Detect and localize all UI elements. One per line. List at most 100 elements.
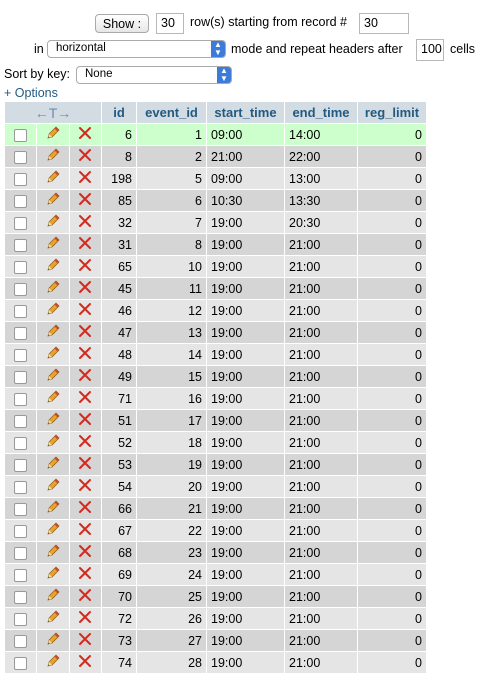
cell-reg-limit[interactable]: 0 bbox=[358, 212, 426, 233]
cell-reg-limit[interactable]: 0 bbox=[358, 520, 426, 541]
row-checkbox[interactable] bbox=[14, 590, 28, 604]
cell-reg-limit[interactable]: 0 bbox=[358, 300, 426, 321]
cell-end-time[interactable]: 21:00 bbox=[285, 586, 357, 607]
row-checkbox[interactable] bbox=[14, 326, 28, 340]
cell-reg-limit[interactable]: 0 bbox=[358, 234, 426, 255]
cell-event-id[interactable]: 7 bbox=[137, 212, 206, 233]
cell-id[interactable]: 6 bbox=[102, 124, 136, 145]
table-row[interactable]: 48 14 19:00 21:00 0 bbox=[5, 344, 426, 365]
delete-x-icon[interactable] bbox=[78, 215, 92, 231]
delete-x-icon[interactable] bbox=[78, 589, 92, 605]
row-checkbox[interactable] bbox=[14, 172, 28, 186]
cell-end-time[interactable]: 14:00 bbox=[285, 124, 357, 145]
row-checkbox[interactable] bbox=[14, 634, 28, 648]
row-checkbox[interactable] bbox=[14, 282, 28, 296]
table-row[interactable]: 8 2 21:00 22:00 0 bbox=[5, 146, 426, 167]
cell-start-time[interactable]: 10:30 bbox=[207, 190, 284, 211]
cell-id[interactable]: 54 bbox=[102, 476, 136, 497]
cell-reg-limit[interactable]: 0 bbox=[358, 256, 426, 277]
delete-x-icon[interactable] bbox=[78, 347, 92, 363]
cell-event-id[interactable]: 2 bbox=[137, 146, 206, 167]
cell-start-time[interactable]: 19:00 bbox=[207, 388, 284, 409]
cell-reg-limit[interactable]: 0 bbox=[358, 476, 426, 497]
pencil-icon[interactable] bbox=[45, 126, 61, 144]
row-checkbox[interactable] bbox=[14, 458, 28, 472]
cell-start-time[interactable]: 19:00 bbox=[207, 454, 284, 475]
table-row[interactable]: 85 6 10:30 13:30 0 bbox=[5, 190, 426, 211]
cell-id[interactable]: 69 bbox=[102, 564, 136, 585]
cell-start-time[interactable]: 21:00 bbox=[207, 146, 284, 167]
row-checkbox[interactable] bbox=[14, 480, 28, 494]
table-row[interactable]: 70 25 19:00 21:00 0 bbox=[5, 586, 426, 607]
row-checkbox[interactable] bbox=[14, 392, 28, 406]
cell-start-time[interactable]: 19:00 bbox=[207, 520, 284, 541]
rows-count-input[interactable]: 30 bbox=[156, 13, 184, 34]
cell-id[interactable]: 46 bbox=[102, 300, 136, 321]
cell-event-id[interactable]: 16 bbox=[137, 388, 206, 409]
cell-event-id[interactable]: 22 bbox=[137, 520, 206, 541]
cell-id[interactable]: 53 bbox=[102, 454, 136, 475]
pencil-icon[interactable] bbox=[45, 390, 61, 408]
table-row[interactable]: 67 22 19:00 21:00 0 bbox=[5, 520, 426, 541]
cell-start-time[interactable]: 19:00 bbox=[207, 322, 284, 343]
cell-reg-limit[interactable]: 0 bbox=[358, 410, 426, 431]
cell-reg-limit[interactable]: 0 bbox=[358, 366, 426, 387]
cell-event-id[interactable]: 17 bbox=[137, 410, 206, 431]
cell-end-time[interactable]: 21:00 bbox=[285, 410, 357, 431]
cell-event-id[interactable]: 11 bbox=[137, 278, 206, 299]
repeat-headers-input[interactable]: 100 bbox=[416, 39, 444, 61]
cell-start-time[interactable]: 19:00 bbox=[207, 256, 284, 277]
pencil-icon[interactable] bbox=[45, 346, 61, 364]
cell-end-time[interactable]: 21:00 bbox=[285, 564, 357, 585]
delete-x-icon[interactable] bbox=[78, 479, 92, 495]
cell-start-time[interactable]: 19:00 bbox=[207, 608, 284, 629]
cell-reg-limit[interactable]: 0 bbox=[358, 124, 426, 145]
cell-reg-limit[interactable]: 0 bbox=[358, 432, 426, 453]
cell-id[interactable]: 31 bbox=[102, 234, 136, 255]
cell-reg-limit[interactable]: 0 bbox=[358, 608, 426, 629]
cell-end-time[interactable]: 21:00 bbox=[285, 630, 357, 651]
pencil-icon[interactable] bbox=[45, 302, 61, 320]
row-checkbox[interactable] bbox=[14, 612, 28, 626]
cell-start-time[interactable]: 19:00 bbox=[207, 542, 284, 563]
cell-id[interactable]: 65 bbox=[102, 256, 136, 277]
pencil-icon[interactable] bbox=[45, 500, 61, 518]
table-row[interactable]: 66 21 19:00 21:00 0 bbox=[5, 498, 426, 519]
table-row[interactable]: 54 20 19:00 21:00 0 bbox=[5, 476, 426, 497]
cell-event-id[interactable]: 10 bbox=[137, 256, 206, 277]
cell-end-time[interactable]: 13:00 bbox=[285, 168, 357, 189]
cell-end-time[interactable]: 21:00 bbox=[285, 542, 357, 563]
cell-event-id[interactable]: 14 bbox=[137, 344, 206, 365]
cell-event-id[interactable]: 19 bbox=[137, 454, 206, 475]
pencil-icon[interactable] bbox=[45, 434, 61, 452]
cell-start-time[interactable]: 19:00 bbox=[207, 564, 284, 585]
cell-start-time[interactable]: 19:00 bbox=[207, 432, 284, 453]
cell-reg-limit[interactable]: 0 bbox=[358, 564, 426, 585]
cell-start-time[interactable]: 19:00 bbox=[207, 586, 284, 607]
cell-end-time[interactable]: 21:00 bbox=[285, 608, 357, 629]
pencil-icon[interactable] bbox=[45, 544, 61, 562]
cell-event-id[interactable]: 13 bbox=[137, 322, 206, 343]
pencil-icon[interactable] bbox=[45, 170, 61, 188]
row-checkbox[interactable] bbox=[14, 238, 28, 252]
pencil-icon[interactable] bbox=[45, 632, 61, 650]
cell-end-time[interactable]: 21:00 bbox=[285, 454, 357, 475]
cell-id[interactable]: 68 bbox=[102, 542, 136, 563]
cell-event-id[interactable]: 8 bbox=[137, 234, 206, 255]
table-row[interactable]: 69 24 19:00 21:00 0 bbox=[5, 564, 426, 585]
cell-event-id[interactable]: 24 bbox=[137, 564, 206, 585]
cell-start-time[interactable]: 19:00 bbox=[207, 410, 284, 431]
show-button[interactable]: Show : bbox=[95, 14, 149, 33]
cell-event-id[interactable]: 21 bbox=[137, 498, 206, 519]
pencil-icon[interactable] bbox=[45, 522, 61, 540]
cell-reg-limit[interactable]: 0 bbox=[358, 630, 426, 651]
cell-event-id[interactable]: 12 bbox=[137, 300, 206, 321]
delete-x-icon[interactable] bbox=[78, 303, 92, 319]
cell-start-time[interactable]: 19:00 bbox=[207, 366, 284, 387]
cell-end-time[interactable]: 21:00 bbox=[285, 322, 357, 343]
row-checkbox[interactable] bbox=[14, 304, 28, 318]
pencil-icon[interactable] bbox=[45, 478, 61, 496]
cell-event-id[interactable]: 27 bbox=[137, 630, 206, 651]
cell-reg-limit[interactable]: 0 bbox=[358, 586, 426, 607]
cell-start-time[interactable]: 09:00 bbox=[207, 124, 284, 145]
